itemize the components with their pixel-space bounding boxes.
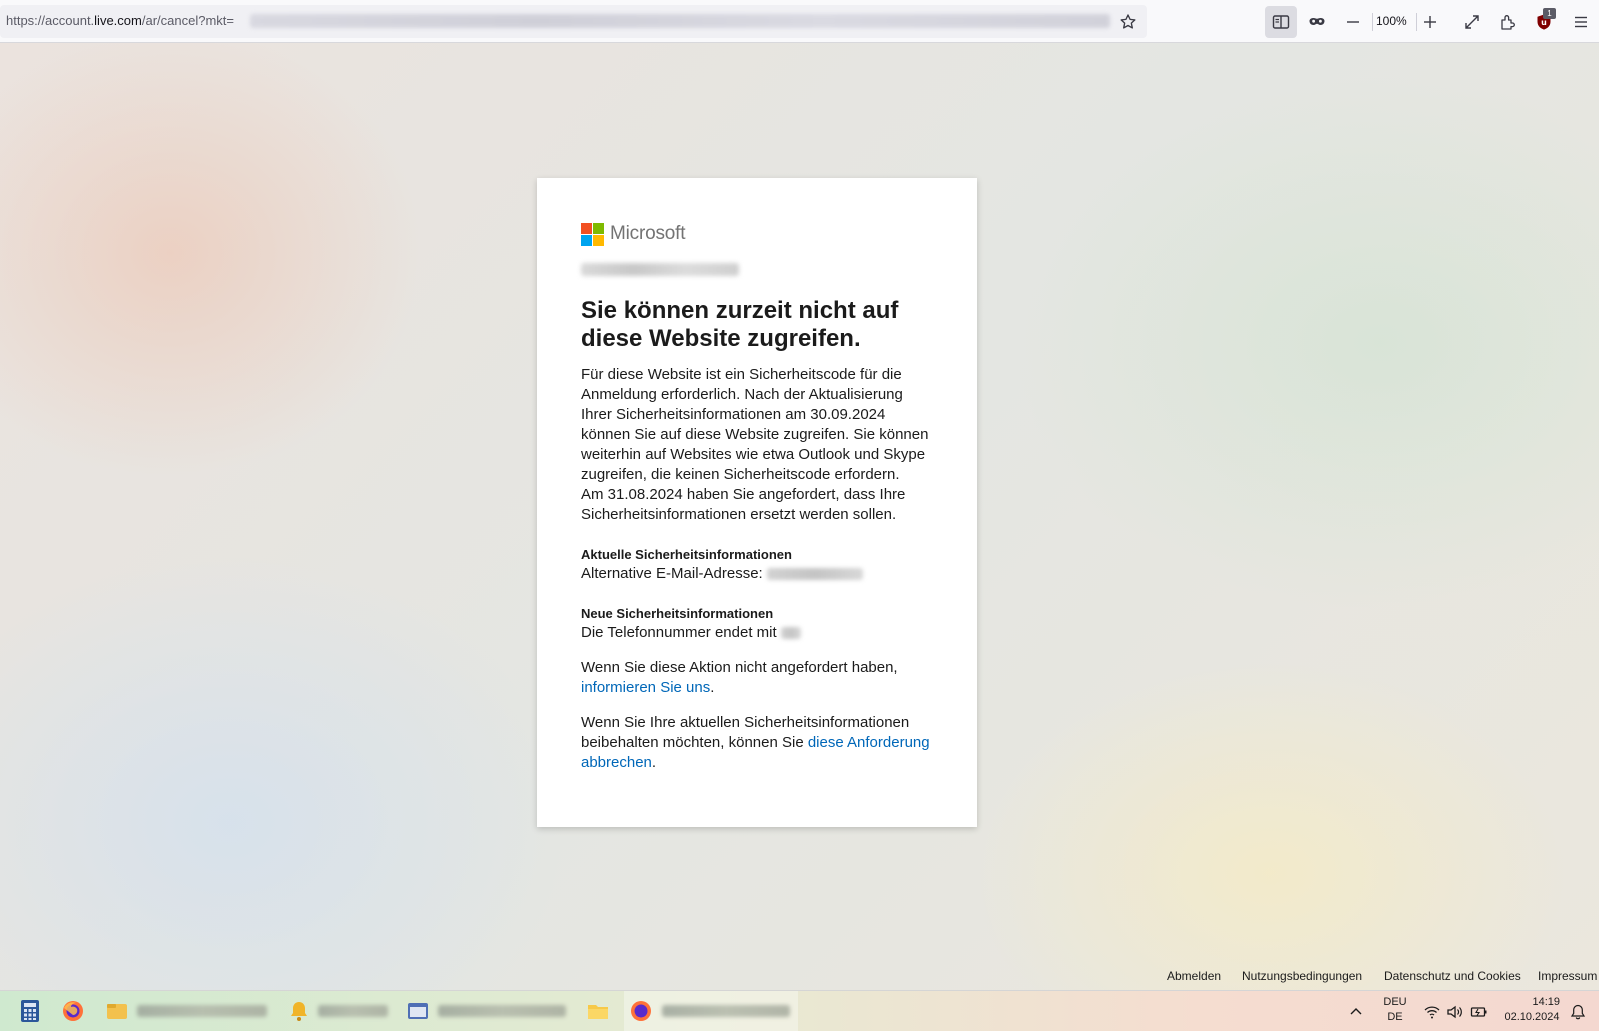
page-footer: Abmelden Nutzungsbedingungen Datenschutz… (0, 969, 1599, 987)
intro-text: Für diese Website ist ein Sicherheitscod… (581, 365, 933, 525)
url-domain: live.com (94, 13, 142, 28)
imprint-link[interactable]: Impressum (1538, 969, 1597, 983)
report-period: . (710, 679, 715, 696)
new-info-heading: Neue Sicherheitsinformationen (581, 606, 774, 621)
url-redacted (250, 14, 1110, 28)
terms-link[interactable]: Nutzungsbedingungen (1242, 969, 1362, 983)
windows-taskbar: DEU DE 14:19 02.10.2024 (0, 990, 1599, 1031)
keep-paragraph: Wenn Sie Ihre aktuellen Sicherheitsinfor… (581, 713, 933, 773)
brand-name: Microsoft (610, 223, 686, 244)
task-label-redacted (438, 1005, 566, 1017)
firefox-window-icon[interactable] (629, 999, 653, 1023)
clock[interactable]: 14:19 02.10.2024 (1500, 995, 1564, 1025)
clock-date: 02.10.2024 (1504, 1011, 1560, 1023)
fullscreen-icon (1465, 15, 1479, 29)
url-text[interactable]: https://account.live.com/ar/cancel?mkt= (6, 13, 234, 28)
url-prefix: https://account. (6, 13, 95, 28)
intro-paragraph-1: Für diese Website ist ein Sicherheitscod… (581, 366, 929, 483)
microsoft-logo: Microsoft (581, 222, 933, 246)
extensions-icon (1501, 15, 1515, 30)
firefox-icon[interactable] (61, 999, 85, 1023)
page-title: Sie können zurzeit nicht auf diese Websi… (581, 297, 899, 352)
account-email-redacted (581, 263, 739, 276)
private-mask-icon (1309, 18, 1325, 25)
microsoft-logo-icon (581, 222, 604, 246)
zoom-in-button[interactable] (1414, 6, 1446, 38)
browser-toolbar: https://account.live.com/ar/cancel?mkt= … (0, 0, 1599, 43)
phone-label: Die Telefonnummer endet mit (581, 624, 781, 641)
task-label-redacted (662, 1005, 790, 1017)
notification-icon[interactable] (1569, 1003, 1587, 1021)
private-browsing-button[interactable] (1301, 6, 1333, 38)
star-icon[interactable] (1119, 13, 1137, 31)
current-info-line: Alternative E-Mail-Adresse: (581, 564, 933, 584)
report-link[interactable]: informieren Sie uns (581, 679, 710, 696)
wifi-icon[interactable] (1423, 1003, 1441, 1021)
battery-icon[interactable] (1470, 1003, 1488, 1021)
zoom-level[interactable]: 100% (1376, 14, 1407, 28)
volume-icon[interactable] (1446, 1003, 1464, 1021)
phone-suffix-redacted (780, 627, 801, 640)
report-paragraph: Wenn Sie diese Aktion nicht angefordert … (581, 658, 933, 698)
app-menu-button[interactable] (1565, 6, 1597, 38)
clock-time: 14:19 (1532, 996, 1560, 1008)
input-language[interactable]: DEU DE (1381, 995, 1409, 1025)
mail-folder-icon[interactable] (105, 999, 129, 1023)
reader-view-button[interactable] (1265, 6, 1297, 38)
task-label-redacted (137, 1005, 267, 1017)
security-info-card: Microsoft Sie können zurzeit nicht auf d… (537, 178, 977, 827)
alternate-email-redacted (766, 568, 863, 581)
keep-period: . (651, 754, 657, 771)
intro-paragraph-2: Am 31.08.2024 haben Sie angefordert, das… (581, 486, 906, 523)
language-code: DEU (1383, 996, 1407, 1008)
zoom-out-icon (1347, 21, 1359, 23)
current-info-heading: Aktuelle Sicherheitsinformationen (581, 547, 792, 562)
reader-view-icon (1272, 15, 1290, 29)
extensions-button[interactable] (1492, 6, 1524, 38)
menu-icon (1575, 16, 1587, 28)
new-info-line: Die Telefonnummer endet mit (581, 623, 933, 643)
address-bar[interactable]: https://account.live.com/ar/cancel?mkt= (0, 5, 1147, 38)
url-path: /ar/cancel?mkt= (141, 13, 234, 28)
fullscreen-button[interactable] (1456, 6, 1488, 38)
chevron-up-icon[interactable] (1347, 1003, 1365, 1021)
folder-icon[interactable] (586, 999, 610, 1023)
privacy-link[interactable]: Datenschutz und Cookies (1384, 969, 1521, 983)
bell-icon[interactable] (287, 999, 311, 1023)
toolbar-divider (1372, 13, 1373, 31)
svg-text:u: u (1541, 18, 1547, 27)
signout-link[interactable]: Abmelden (1167, 969, 1221, 983)
zoom-in-icon (1424, 16, 1436, 28)
calculator-icon[interactable] (18, 999, 42, 1023)
ublock-count-badge: 1 (1543, 8, 1556, 19)
window-icon[interactable] (406, 999, 430, 1023)
report-text: Wenn Sie diese Aktion nicht angefordert … (581, 659, 898, 676)
alternate-email-label: Alternative E-Mail-Adresse: (581, 565, 767, 582)
keyboard-layout: DE (1387, 1011, 1403, 1023)
task-label-redacted (318, 1005, 388, 1017)
zoom-out-button[interactable] (1337, 6, 1369, 38)
